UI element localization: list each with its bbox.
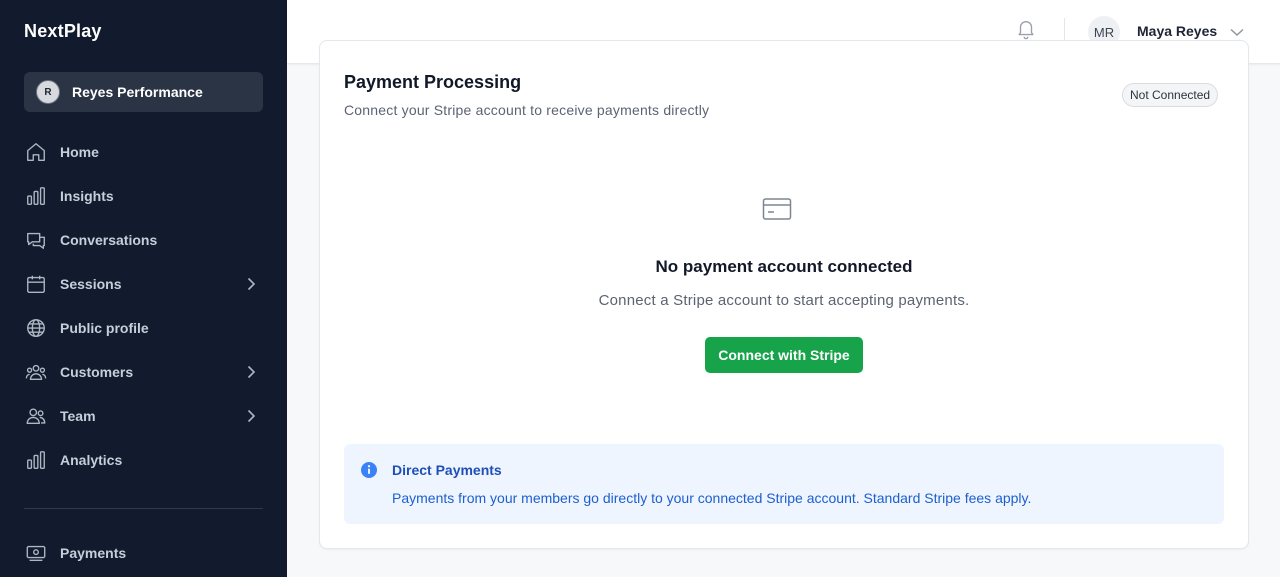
- sidebar-item-public-profile[interactable]: Public profile: [24, 310, 263, 346]
- team-icon: [24, 404, 48, 428]
- bar-chart-icon: [24, 184, 48, 208]
- sidebar-item-insights[interactable]: Insights: [24, 178, 263, 214]
- info-title: Direct Payments: [392, 462, 502, 478]
- info-icon: [360, 461, 378, 484]
- sidebar-item-label: Sessions: [60, 276, 122, 292]
- chevron-right-icon: [243, 276, 259, 297]
- sidebar: NextPlay R Reyes Performance Home Insigh…: [0, 0, 287, 577]
- calendar-icon: [24, 272, 48, 296]
- sidebar-item-conversations[interactable]: Conversations: [24, 222, 263, 258]
- empty-state-description: Connect a Stripe account to start accept…: [598, 292, 970, 309]
- sidebar-item-label: Analytics: [60, 452, 123, 468]
- users-icon: [24, 360, 48, 384]
- info-text: Payments from your members go directly t…: [392, 490, 1032, 506]
- empty-state-title: No payment account connected: [655, 257, 913, 276]
- sidebar-item-label: Conversations: [60, 232, 158, 248]
- sidebar-item-label: Home: [60, 144, 99, 160]
- sidebar-item-label: Customers: [60, 364, 134, 380]
- credit-card-icon: [762, 197, 792, 226]
- sidebar-item-label: Insights: [60, 188, 114, 204]
- sidebar-divider: [24, 508, 263, 509]
- chevron-right-icon: [243, 364, 259, 385]
- status-badge: Not Connected: [1122, 83, 1219, 107]
- payment-processing-card: Payment Processing Connect your Stripe a…: [319, 40, 1249, 549]
- workspace-switcher[interactable]: R Reyes Performance: [24, 72, 263, 112]
- globe-icon: [24, 316, 48, 340]
- home-icon: [24, 140, 48, 164]
- sidebar-item-label: Public profile: [60, 320, 149, 336]
- sidebar-item-payments[interactable]: Payments: [24, 535, 263, 571]
- chat-icon: [24, 228, 48, 252]
- money-icon: [24, 541, 48, 565]
- card-title: Payment Processing: [344, 72, 522, 92]
- workspace-name: Reyes Performance: [72, 84, 203, 100]
- workspace-avatar: R: [36, 80, 60, 104]
- bar-chart-icon: [24, 448, 48, 472]
- chevron-right-icon: [243, 408, 259, 429]
- sidebar-item-sessions[interactable]: Sessions: [24, 266, 263, 302]
- user-name[interactable]: Maya Reyes: [1137, 23, 1217, 39]
- connect-stripe-button[interactable]: Connect with Stripe: [705, 337, 863, 373]
- sidebar-item-team[interactable]: Team: [24, 398, 263, 434]
- sidebar-item-home[interactable]: Home: [24, 134, 263, 170]
- sidebar-item-label: Team: [60, 408, 96, 424]
- info-callout: Direct Payments Payments from your membe…: [344, 444, 1224, 524]
- sidebar-item-label: Payments: [60, 545, 127, 561]
- card-subtitle: Connect your Stripe account to receive p…: [344, 102, 710, 118]
- brand-logo: NextPlay: [24, 21, 102, 41]
- sidebar-item-customers[interactable]: Customers: [24, 354, 263, 390]
- sidebar-item-analytics[interactable]: Analytics: [24, 442, 263, 478]
